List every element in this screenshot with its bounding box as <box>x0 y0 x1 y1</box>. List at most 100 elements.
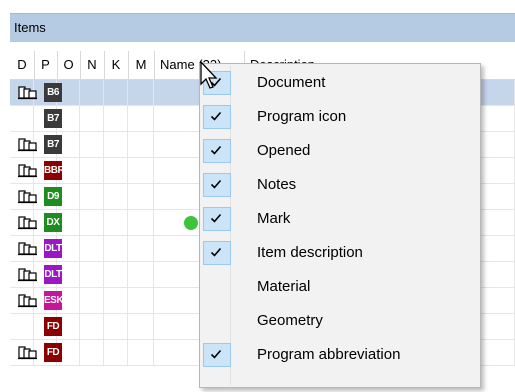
column-header-o[interactable]: O <box>57 51 81 79</box>
program-icon: FD <box>44 317 62 336</box>
cell-divider <box>127 184 128 209</box>
cell-divider <box>79 210 80 235</box>
checkmark-icon <box>203 207 231 231</box>
menu-item-notes[interactable]: Notes <box>202 168 478 201</box>
cell-divider <box>127 106 128 131</box>
document-icon <box>18 190 38 204</box>
menu-item-label: Material <box>257 278 311 295</box>
menu-item-label: Item description <box>257 244 363 261</box>
program-icon: B6 <box>44 83 62 102</box>
cell-divider <box>127 236 128 261</box>
cell-divider <box>103 340 104 365</box>
menu-item-item-description[interactable]: Item description <box>202 236 478 269</box>
document-icon <box>18 86 38 100</box>
cell-divider <box>79 184 80 209</box>
cell-divider <box>153 80 154 105</box>
cell-divider <box>79 236 80 261</box>
cell-divider <box>127 262 128 287</box>
column-header-d[interactable]: D <box>10 51 35 79</box>
menu-item-material[interactable]: Material <box>202 270 478 303</box>
mark-dot-icon <box>184 216 198 230</box>
menu-item-geometry[interactable]: Geometry <box>202 304 478 337</box>
menu-item-label: Opened <box>257 142 311 159</box>
cell-divider <box>153 340 154 365</box>
menu-item-label: Program icon <box>257 108 347 125</box>
program-icon: ESK <box>44 291 62 310</box>
cell-divider <box>153 106 154 131</box>
checkmark-icon <box>203 343 231 367</box>
program-icon: B7 <box>44 135 62 154</box>
checkmark-icon <box>203 173 231 197</box>
column-header-p[interactable]: P <box>34 51 58 79</box>
cell-divider <box>127 132 128 157</box>
column-chooser-menu: Document Program icon Opened Notes Mark Item … <box>199 63 481 388</box>
program-icon: DX <box>44 213 62 232</box>
program-icon: FD <box>44 343 62 362</box>
menu-item-program-icon[interactable]: Program icon <box>202 100 478 133</box>
document-icon <box>18 138 38 152</box>
document-icon <box>18 346 38 360</box>
cell-divider <box>153 314 154 339</box>
cell-divider <box>33 106 34 131</box>
program-icon: B7 <box>44 109 62 128</box>
menu-item-label: Notes <box>257 176 297 193</box>
cell-divider <box>103 262 104 287</box>
mouse-cursor-icon <box>200 61 218 89</box>
cell-divider <box>103 236 104 261</box>
panel-header: Items <box>0 0 515 43</box>
document-icon <box>18 294 38 308</box>
cell-divider <box>79 80 80 105</box>
checkmark-icon <box>203 241 231 265</box>
cell-divider <box>153 262 154 287</box>
cell-divider <box>79 262 80 287</box>
cell-divider <box>127 340 128 365</box>
menu-item-label: Program abbreviation <box>257 346 401 363</box>
cell-divider <box>103 184 104 209</box>
program-icon: BBR <box>44 161 62 180</box>
menu-item-program-abbreviation[interactable]: Program abbreviation <box>202 338 478 371</box>
cell-divider <box>153 210 154 235</box>
program-icon: DLT <box>44 239 62 258</box>
program-icon: DLT <box>44 265 62 284</box>
cell-divider <box>153 184 154 209</box>
cell-divider <box>103 80 104 105</box>
checkmark-icon <box>203 139 231 163</box>
cell-divider <box>103 210 104 235</box>
cell-divider <box>79 106 80 131</box>
program-icon: D9 <box>44 187 62 206</box>
menu-item-opened[interactable]: Opened <box>202 134 478 167</box>
cell-divider <box>153 158 154 183</box>
cell-divider <box>79 288 80 313</box>
cell-divider <box>79 132 80 157</box>
cell-divider <box>103 106 104 131</box>
cell-divider <box>79 340 80 365</box>
cell-divider <box>127 288 128 313</box>
panel-title: Items <box>14 20 46 35</box>
checkmark-icon <box>203 105 231 129</box>
column-header-k[interactable]: K <box>104 51 129 79</box>
cell-divider <box>103 314 104 339</box>
cell-divider <box>127 210 128 235</box>
cell-divider <box>103 158 104 183</box>
cell-divider <box>127 314 128 339</box>
menu-item-mark[interactable]: Mark <box>202 202 478 235</box>
cell-divider <box>103 288 104 313</box>
cell-divider <box>33 314 34 339</box>
cell-divider <box>103 132 104 157</box>
cell-divider <box>79 314 80 339</box>
document-icon <box>18 268 38 282</box>
menu-item-label: Mark <box>257 210 291 227</box>
menu-item-document[interactable]: Document <box>202 66 478 99</box>
cell-divider <box>153 236 154 261</box>
document-icon <box>18 164 38 178</box>
panel-title-bar: Items <box>10 13 515 43</box>
cell-divider <box>79 158 80 183</box>
cell-divider <box>153 132 154 157</box>
column-header-m[interactable]: M <box>128 51 155 79</box>
menu-item-label: Document <box>257 74 326 91</box>
column-header-n[interactable]: N <box>80 51 105 79</box>
cell-divider <box>127 80 128 105</box>
menu-item-label: Geometry <box>257 312 323 329</box>
cell-divider <box>127 158 128 183</box>
document-icon <box>18 216 38 230</box>
